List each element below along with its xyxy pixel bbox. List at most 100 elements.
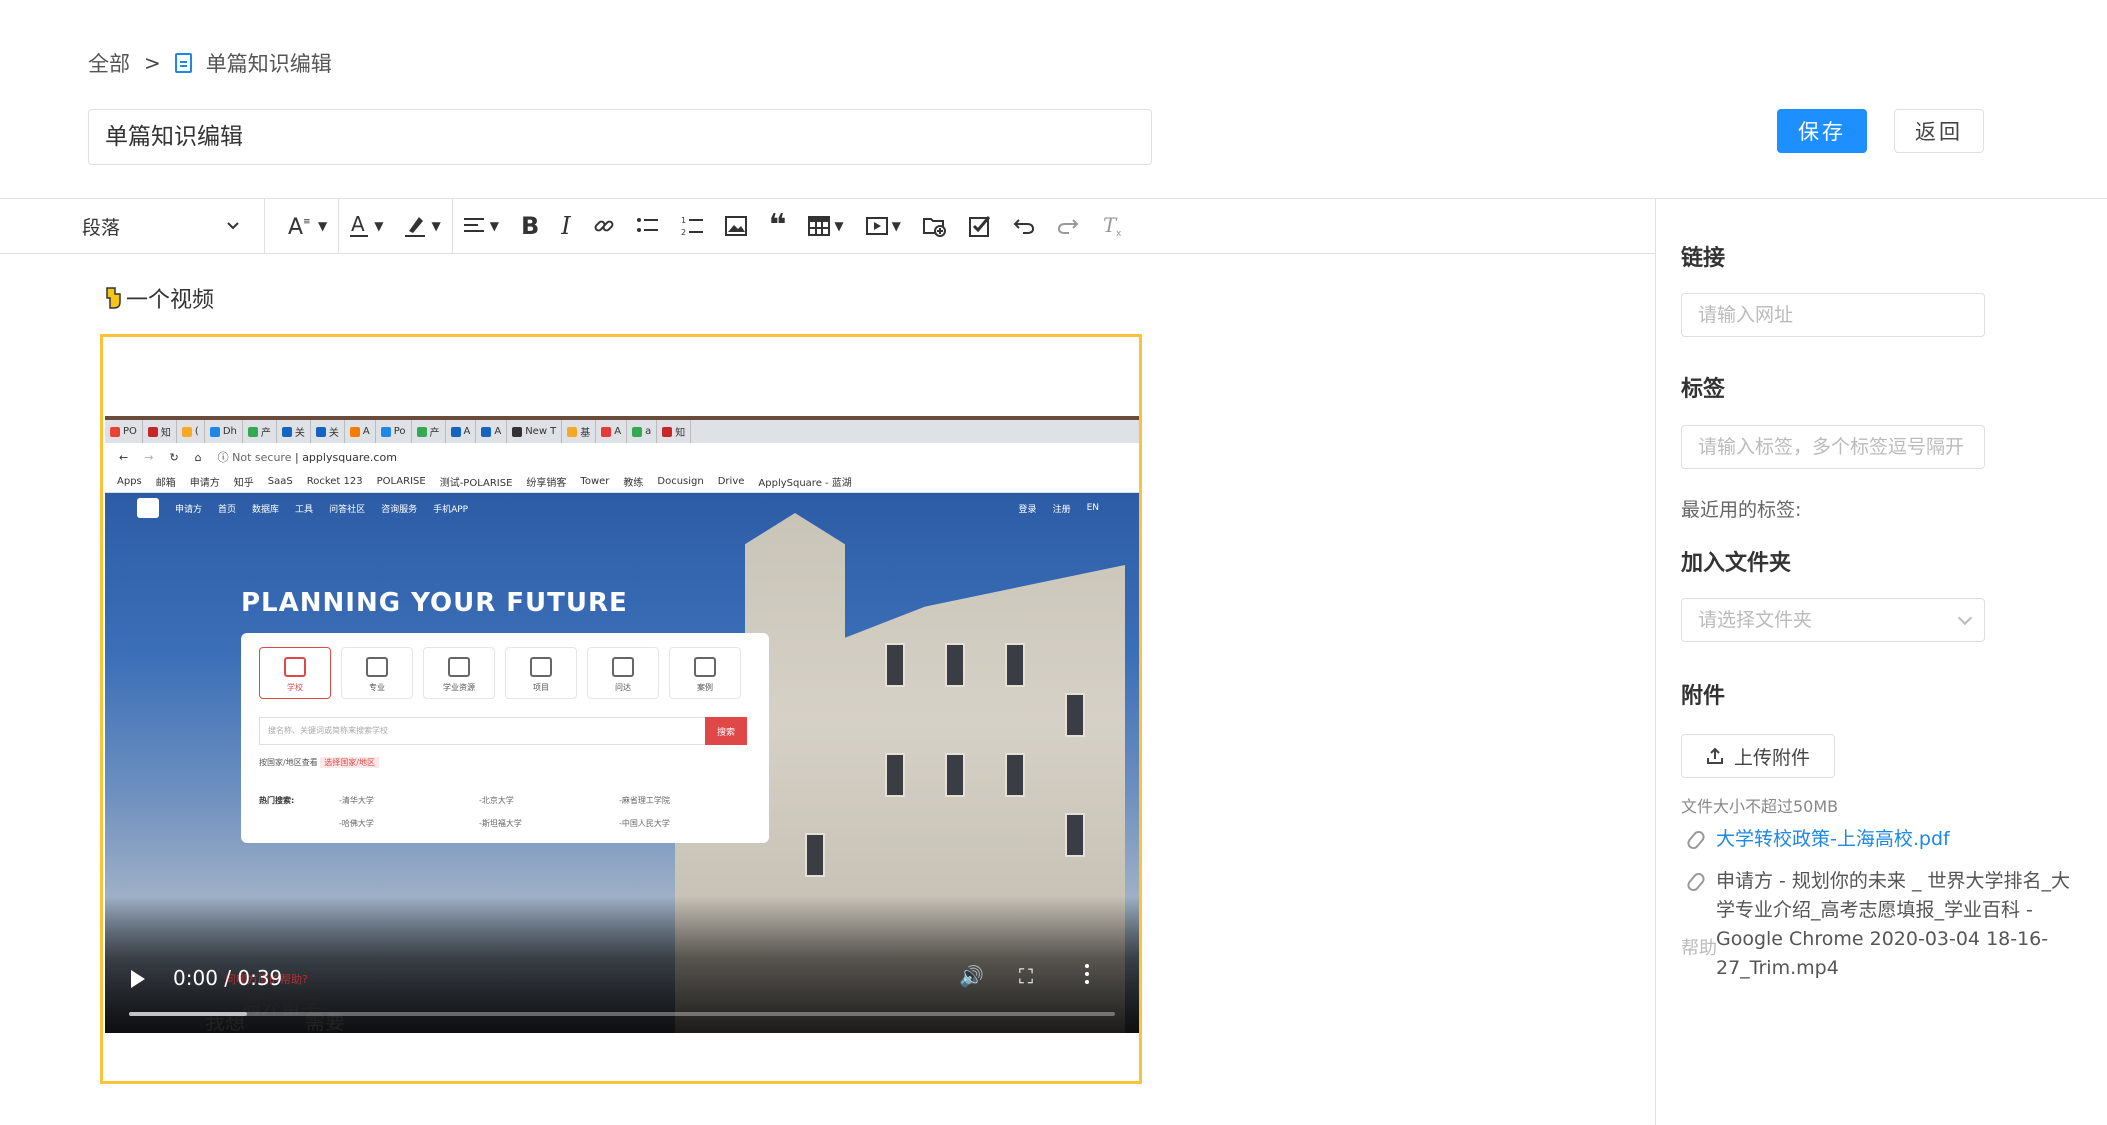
folder-add-icon[interactable] [912,199,958,254]
font-color-icon[interactable]: A ▼ [339,199,394,254]
browser-address-bar: ← → ↻ ⌂ ⓘ Not secure | applysquare.com [105,443,1139,471]
tab-favicon-icon [281,426,292,437]
window-shape [1065,693,1085,737]
video-icon[interactable]: ▼ [855,199,912,254]
paragraph-select-label: 段落 [82,216,121,239]
site-nav-item: 申请方 [175,504,203,515]
file-size-note: 文件大小不超过50MB [1681,797,1839,816]
site-search-card: 学校 专业 学业资源 项目 问达 案例 搜名称、关键词或简称来搜索学校 搜索 按国家/地区… [241,633,769,843]
video-progress-bar[interactable] [129,1012,1115,1016]
tab-favicon-icon [416,426,427,437]
site-nav-item: 工具 [295,504,314,515]
browser-tab: Dh [205,420,243,443]
site-hot-item: -北京大学 [479,796,514,805]
tag-input[interactable]: 请输入标签，多个标签逗号隔开 [1681,425,1985,469]
attachment-item[interactable]: 大学转校政策-上海高校.pdf [1684,825,1950,854]
undo-icon[interactable] [1002,199,1046,254]
site-nav-right-item: EN [1086,503,1099,513]
title-input[interactable]: 单篇知识编辑 [88,109,1152,165]
site-hot-item: -清华大学 [339,796,374,805]
site-tile: 学业资源 [423,647,495,699]
browser-tab: 关 [311,420,345,443]
editor-toolbar: 段落 A ≡ ▼ A ▼ ▼ ▼ B I 12 ❝ ▼ ▼ T x [0,198,1655,254]
breadcrumb-current: 单篇知识编辑 [205,52,332,76]
upload-icon [1706,747,1723,764]
back-arrow-icon: ← [119,450,129,464]
browser-tab-label: 基 [580,428,591,439]
folder-select[interactable]: 请选择文件夹 [1681,598,1985,642]
site-nav: 申请方 首页 数据库 工具 问答社区 咨询服务 手机APP 登录 注册 EN [105,493,1139,523]
window-shape [885,643,905,687]
highlight-icon[interactable]: ▼ [394,199,451,254]
chevron-down-icon [1957,610,1973,626]
svg-text:A: A [288,215,303,238]
fullscreen-icon[interactable]: ⛶ [1019,964,1033,988]
svg-text:x: x [1116,229,1122,238]
quote-icon[interactable]: ❝ [758,199,798,254]
volume-icon[interactable]: 🔊 [959,964,984,988]
bookmark-item: Apps [117,476,142,487]
bookmark-item: Drive [717,476,745,487]
font-size-icon[interactable]: A ≡ ▼ [277,199,338,254]
tab-favicon-icon [662,426,673,437]
video-player[interactable]: PO 知 (Dh 产 关 关 A Po 产 A A New T 基 Aa 知 ← → ↻ ⌂ ⓘ Not s… [105,416,1139,1033]
bullet-list-icon[interactable] [626,199,670,254]
browser-tab-label: A [463,426,471,437]
video-progress-fill [129,1012,248,1016]
site-tile: 专业 [341,647,413,699]
more-options-icon[interactable] [1085,964,1089,984]
back-button[interactable]: 返回 [1894,109,1984,153]
site-search-input: 搜名称、关键词或简称来搜索学校 [259,717,747,745]
window-shape [1005,643,1025,687]
upload-button[interactable]: 上传附件 [1681,734,1835,778]
browser-tab-label: ( [194,426,199,437]
browser-tab: 关 [277,420,311,443]
paragraph-select[interactable]: 段落 [0,198,265,254]
link-icon[interactable] [582,199,626,254]
editor-text-line[interactable]: 一个视频 [104,282,214,314]
bookmark-item: 纷享销客 [526,478,567,489]
redo-icon[interactable] [1046,199,1090,254]
italic-icon[interactable]: I [550,199,581,254]
browser-tab-strip: PO 知 (Dh 产 关 关 A Po 产 A A New T 基 Aa 知 [105,416,1139,443]
checkbox-icon[interactable] [958,199,1002,254]
save-button[interactable]: 保存 [1777,109,1867,153]
browser-tab-label: Dh [222,426,237,437]
browser-tab: Po [376,420,412,443]
svg-text:1: 1 [681,216,686,225]
link-input[interactable]: 请输入网址 [1681,293,1985,337]
align-icon[interactable]: ▼ [453,199,510,254]
breadcrumb-root[interactable]: 全部 [88,48,130,78]
window-shape [805,833,825,877]
svg-text:≡: ≡ [303,217,311,227]
browser-tab: 基 [562,420,597,443]
video-block[interactable]: PO 知 (Dh 产 关 关 A Po 产 A A New T 基 Aa 知 ← → ↻ ⌂ ⓘ Not s… [100,334,1142,1084]
clear-format-icon[interactable]: Tx [1090,199,1136,254]
browser-tab-label: PO [123,426,137,437]
browser-tab: 知 [657,420,692,443]
numbered-list-icon[interactable]: 12 [670,199,714,254]
tab-favicon-icon [181,426,192,437]
bookmark-item: 知乎 [233,478,254,489]
browser-tab-label: 产 [429,428,440,439]
site-tile: 案例 [669,647,741,699]
browser-tab-label: 产 [260,428,271,439]
attachment-item[interactable]: 申请方 - 规划你的未来 _ 世界大学排名_大学专业介绍_高考志愿填报_学业百科… [1684,867,2076,983]
site-search-button: 搜索 [705,717,747,745]
bold-icon[interactable]: B [510,199,550,254]
tab-favicon-icon [632,426,643,437]
site-nav-item: 首页 [218,504,237,515]
bookmark-item: POLARISE [376,476,426,487]
window-shape [945,643,965,687]
site-tile: 问达 [587,647,659,699]
play-icon[interactable] [131,970,145,988]
image-icon[interactable] [714,199,758,254]
pointing-hand-icon [106,287,121,309]
table-icon[interactable]: ▼ [797,199,854,254]
attachment-link[interactable]: 大学转校政策-上海高校.pdf [1716,825,1950,854]
site-nav-item: 数据库 [252,504,280,515]
browser-tab-label: a [645,426,652,437]
site-hot-item: -中国人民大学 [619,819,670,828]
tab-favicon-icon [481,426,492,437]
browser-tab-label: A [362,426,370,437]
